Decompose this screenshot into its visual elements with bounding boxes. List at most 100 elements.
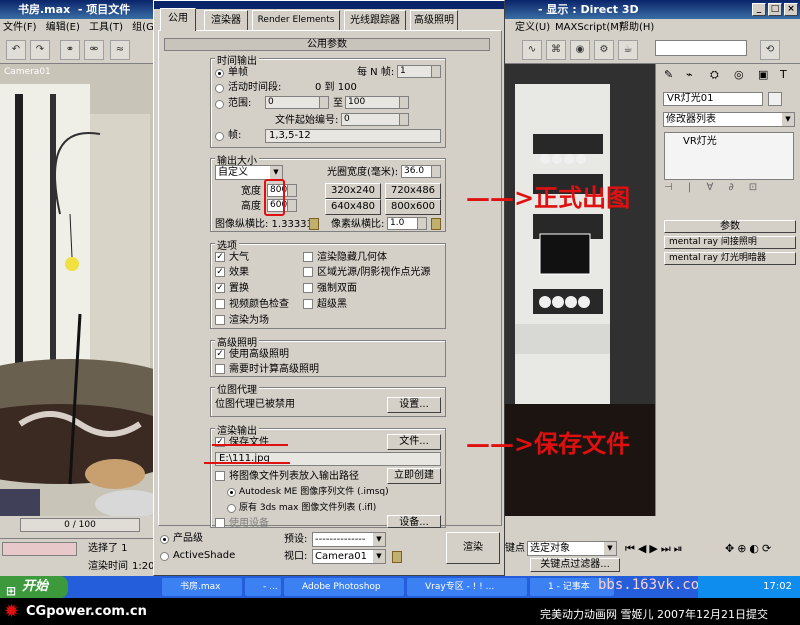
video-color-check-checkbox[interactable] xyxy=(215,299,225,309)
redo-icon[interactable]: ↷ xyxy=(30,40,50,60)
preset-720x486-button[interactable]: 720x486 xyxy=(385,183,441,199)
menu-customize[interactable]: 定义(U) xyxy=(515,19,550,36)
task-unknown[interactable]: - ... xyxy=(245,578,281,596)
pixel-aspect-lock-icon[interactable] xyxy=(431,218,441,230)
options-group: 选项 ✓ 大气 渲染隐藏几何体 ✓ 效果 区域光源/阴影视作点光源 ✓ 置换 强… xyxy=(210,237,446,329)
motion-tab-icon[interactable]: ◎ xyxy=(734,68,744,81)
rollout-parameters[interactable]: 参数 xyxy=(664,220,796,233)
object-color-swatch[interactable] xyxy=(768,92,782,106)
display-tab-icon[interactable]: ▣ xyxy=(758,68,768,81)
task-photoshop[interactable]: Adobe Photoshop xyxy=(284,578,404,596)
schematic-icon[interactable]: ⌘ xyxy=(546,40,566,60)
atmospherics-checkbox[interactable]: ✓ xyxy=(215,252,225,262)
viewport-nav-controls[interactable]: ✥⊕◐⟳ xyxy=(725,542,774,555)
material-editor-icon[interactable]: ◉ xyxy=(570,40,590,60)
compute-adv-lighting-checkbox[interactable] xyxy=(215,364,225,374)
render-last-icon[interactable]: ⟲ xyxy=(760,40,780,60)
quick-render-icon[interactable]: ☕ xyxy=(618,40,638,60)
single-frame-radio[interactable] xyxy=(215,69,224,78)
render-output-group: 渲染输出 ✓ 保存文件 文件... E:\111.jpg 将图像文件列表放入输出… xyxy=(210,422,446,529)
utilities-tab-icon[interactable]: T xyxy=(780,68,787,81)
playback-controls[interactable]: ⏮◀▶⏭⏯ xyxy=(625,542,686,556)
select-object-dropdown[interactable]: 选定对象 xyxy=(527,541,617,556)
task-browser[interactable]: Vray专区 - ! ! ... xyxy=(407,578,527,596)
displacement-checkbox[interactable]: ✓ xyxy=(215,283,225,293)
modify-tab-icon[interactable]: ⌁ xyxy=(686,68,693,81)
use-device-checkbox[interactable] xyxy=(215,518,225,528)
viewport-left[interactable]: Camera01 xyxy=(0,64,153,516)
viewport-lock-icon[interactable] xyxy=(392,551,402,563)
create-tab-icon[interactable]: ✎ xyxy=(664,68,673,81)
ifl-radio[interactable] xyxy=(227,504,236,513)
preset-640x480-button[interactable]: 640x480 xyxy=(325,199,381,215)
menu-tools[interactable]: 工具(T) xyxy=(89,22,123,33)
activeshade-radio[interactable] xyxy=(160,552,169,561)
image-aspect-lock-icon[interactable] xyxy=(309,218,319,230)
area-lights-checkbox[interactable] xyxy=(303,267,313,277)
tab-renderer[interactable]: 渲染器 xyxy=(204,10,248,30)
close-button[interactable]: × xyxy=(784,3,798,16)
menu-edit[interactable]: 编辑(E) xyxy=(46,22,80,33)
maxscript-listener[interactable] xyxy=(2,542,77,556)
range-to-spinner[interactable]: 100 xyxy=(345,96,409,109)
time-slider[interactable]: 0 / 100 xyxy=(20,518,140,532)
start-button[interactable]: ⊞ 开始 xyxy=(0,576,68,598)
link-icon[interactable]: ⚭ xyxy=(60,40,80,60)
aperture-width-spinner[interactable]: 36.0 xyxy=(401,165,441,178)
modifier-list-dropdown[interactable]: 修改器列表 xyxy=(663,112,795,127)
range-from-spinner[interactable]: 0 xyxy=(265,96,329,109)
menu-help[interactable]: 帮助(H) xyxy=(619,19,654,36)
undo-icon[interactable]: ↶ xyxy=(6,40,26,60)
task-photoshop-label: Adobe Photoshop xyxy=(302,582,381,592)
force-2-sided-checkbox[interactable] xyxy=(303,283,313,293)
viewport-dropdown[interactable]: Camera01 xyxy=(312,549,386,564)
stack-buttons[interactable]: ⊣ | ∀ ∂ ⊡ xyxy=(664,182,763,193)
rollout-mr-shader[interactable]: mental ray 灯光明暗器 xyxy=(664,252,796,265)
hierarchy-tab-icon[interactable]: ⛭ xyxy=(710,68,719,82)
minimize-button[interactable]: _ xyxy=(752,3,766,16)
menu-file[interactable]: 文件(F) xyxy=(3,22,37,33)
menu-maxscript[interactable]: MAXScript(M) xyxy=(555,19,623,36)
bitmap-proxy-setup-button[interactable]: 设置... xyxy=(387,397,441,413)
render-button[interactable]: 渲染 xyxy=(446,532,500,564)
tab-common[interactable]: 公用 xyxy=(160,8,196,31)
put-image-list-checkbox[interactable] xyxy=(215,471,225,481)
use-adv-lighting-checkbox[interactable]: ✓ xyxy=(215,349,225,359)
task-max[interactable]: 书房.max xyxy=(162,578,242,596)
devices-button[interactable]: 设备... xyxy=(387,515,441,528)
maximize-button[interactable]: □ xyxy=(768,3,782,16)
common-params-rollout[interactable]: 公用参数 xyxy=(164,38,490,51)
tab-raytracer[interactable]: 光线跟踪器 xyxy=(344,10,406,30)
pixel-aspect-spinner[interactable]: 1.0 xyxy=(387,217,427,230)
render-to-fields-checkbox[interactable] xyxy=(215,315,225,325)
effects-checkbox[interactable]: ✓ xyxy=(215,267,225,277)
render-scene-icon[interactable]: ⚙ xyxy=(594,40,614,60)
range-radio[interactable] xyxy=(215,100,224,109)
frames-field[interactable]: 1,3,5-12 xyxy=(265,129,441,143)
key-filter-button[interactable]: 关键点过滤器... xyxy=(530,558,620,572)
render-hidden-checkbox[interactable] xyxy=(303,252,313,262)
file-number-base-spinner[interactable]: 0 xyxy=(341,113,409,126)
imsq-radio[interactable] xyxy=(227,488,236,497)
object-name-field[interactable]: VR灯光01 xyxy=(663,92,763,106)
unlink-icon[interactable]: ⚮ xyxy=(84,40,104,60)
named-selection-dropdown[interactable] xyxy=(655,40,747,56)
tab-advanced-lighting[interactable]: 高级照明 xyxy=(410,10,458,30)
super-black-checkbox[interactable] xyxy=(303,299,313,309)
preset-dropdown[interactable]: -------------- xyxy=(312,532,386,547)
stack-item-vrlight[interactable]: VR灯光 xyxy=(683,136,717,148)
modifier-stack[interactable]: VR灯光 xyxy=(664,132,794,180)
create-now-button[interactable]: 立即创建 xyxy=(387,468,441,484)
tab-render-elements[interactable]: Render Elements xyxy=(252,10,340,30)
active-segment-radio[interactable] xyxy=(215,84,224,93)
frames-radio[interactable] xyxy=(215,132,224,141)
curve-editor-icon[interactable]: ∿ xyxy=(522,40,542,60)
production-radio[interactable] xyxy=(160,535,169,544)
rollout-mr-indirect[interactable]: mental ray 间接照明 xyxy=(664,236,796,249)
preset-320x240-button[interactable]: 320x240 xyxy=(325,183,381,199)
output-preset-dropdown[interactable]: 自定义 xyxy=(215,165,283,180)
bind-icon[interactable]: ≈ xyxy=(110,40,130,60)
files-button[interactable]: 文件... xyxy=(387,434,441,450)
preset-800x600-button[interactable]: 800x600 xyxy=(385,199,441,215)
every-n-spinner[interactable]: 1 xyxy=(397,65,441,78)
